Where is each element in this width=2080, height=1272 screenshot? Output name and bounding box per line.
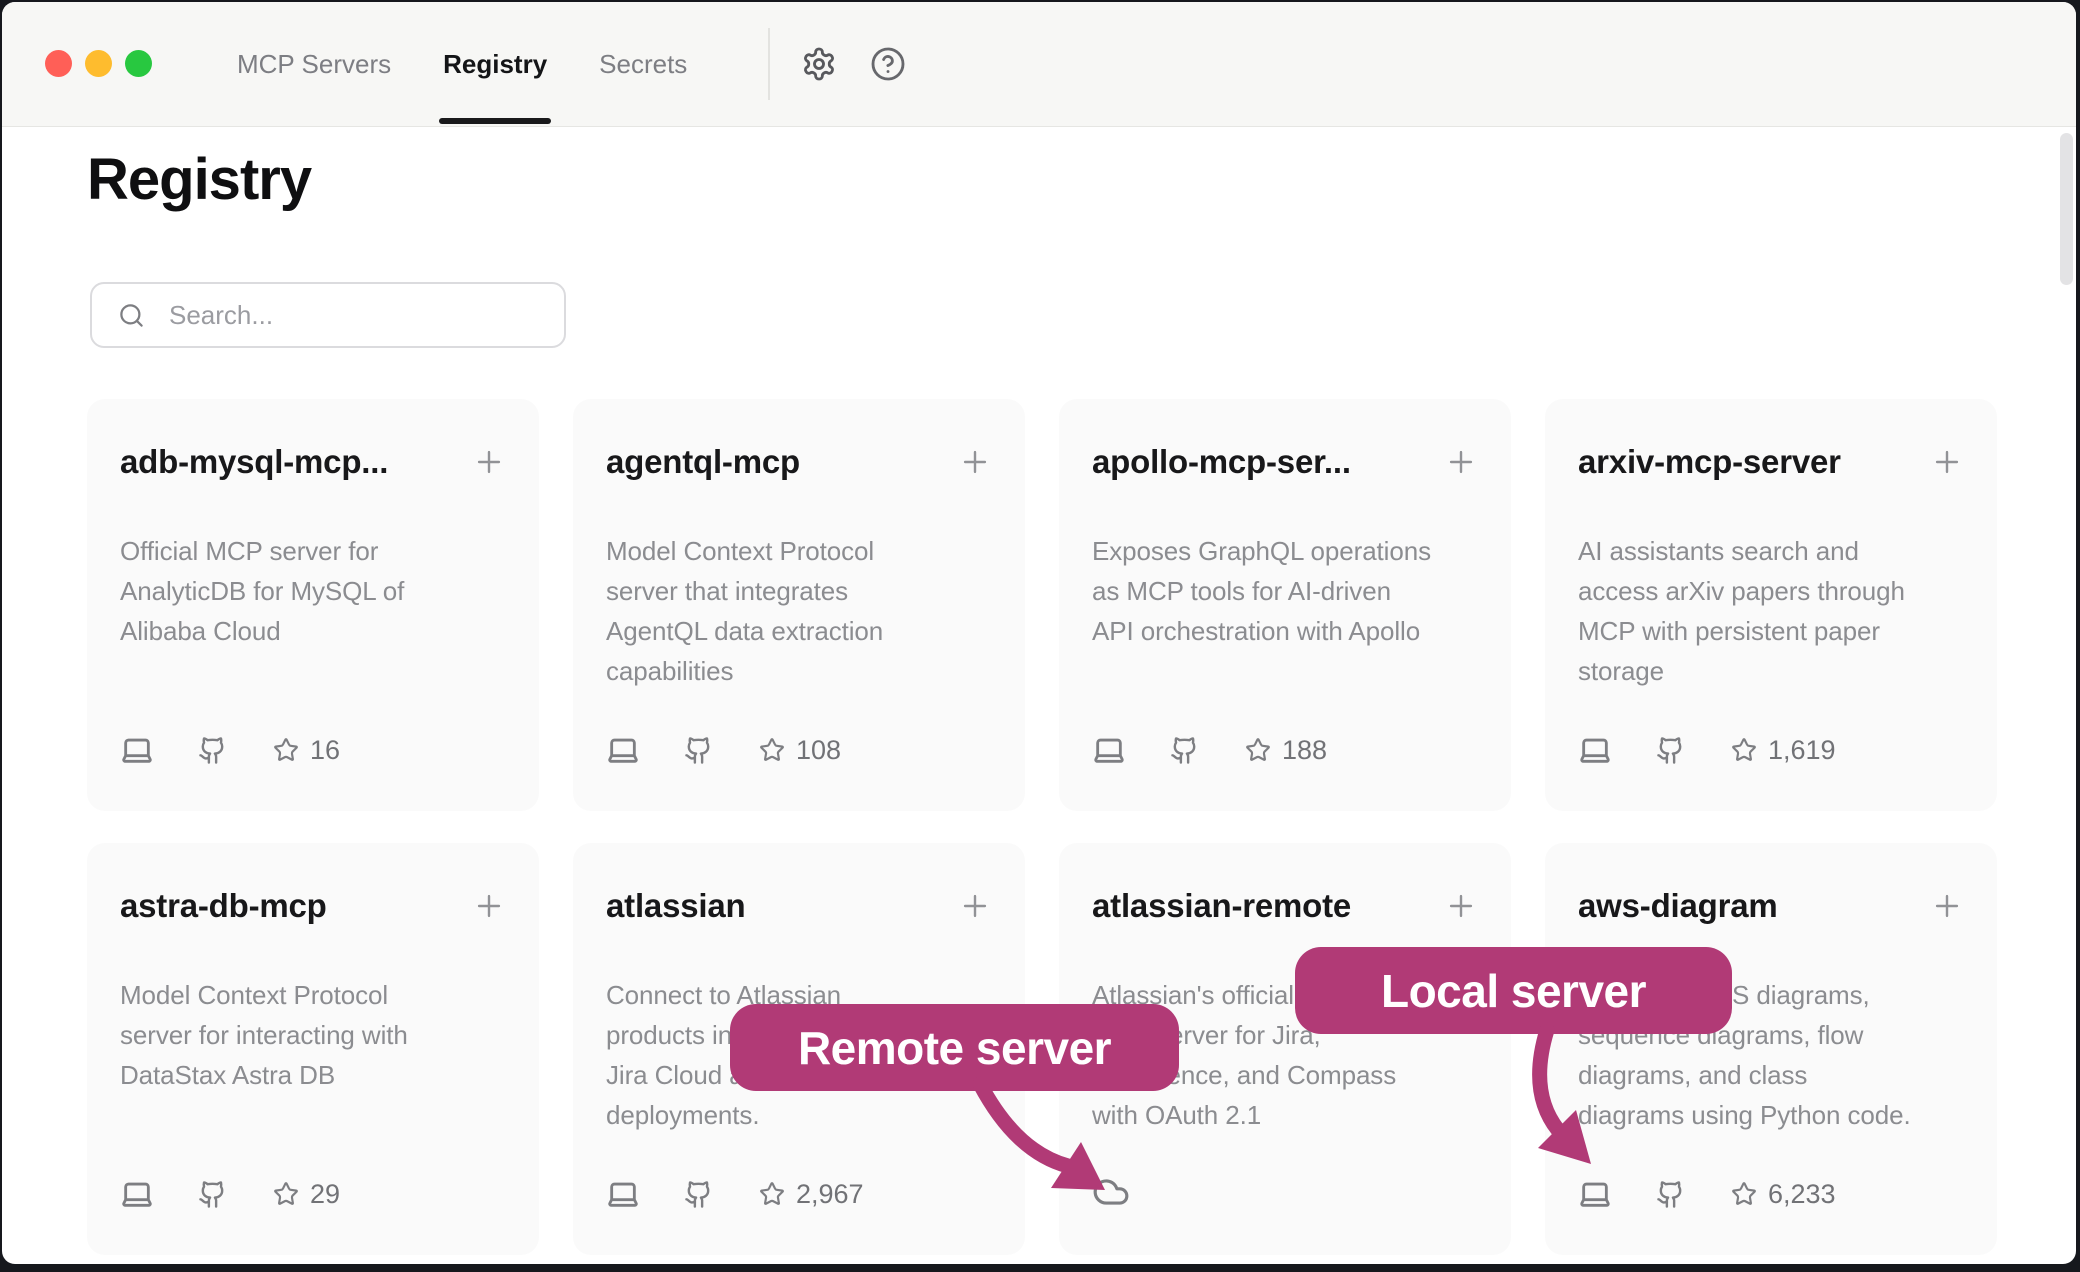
laptop-icon	[1092, 733, 1126, 767]
close-button[interactable]	[45, 50, 72, 77]
server-description: Model Context Protocolserver that integr…	[606, 531, 992, 691]
server-card[interactable]: aws-diagram Generate AWS diagrams,sequen…	[1545, 843, 1997, 1255]
server-card-header: adb-mysql-mcp...	[120, 443, 506, 481]
github-icon[interactable]	[198, 1180, 227, 1209]
laptop-icon	[606, 733, 640, 767]
laptop-icon	[1578, 733, 1612, 767]
search-input[interactable]	[167, 299, 564, 332]
server-name: adb-mysql-mcp...	[120, 443, 466, 481]
server-name: aws-diagram	[1578, 887, 1924, 925]
server-name: astra-db-mcp	[120, 887, 466, 925]
tab-mcp-servers[interactable]: MCP Servers	[235, 2, 393, 126]
server-card[interactable]: astra-db-mcp Model Context Protocolserve…	[87, 843, 539, 1255]
annotation-remote-label: Remote server	[798, 1021, 1111, 1075]
tab-registry[interactable]: Registry	[441, 2, 549, 126]
add-server-button[interactable]	[1930, 445, 1964, 479]
laptop-icon	[120, 733, 154, 767]
add-server-button[interactable]	[472, 445, 506, 479]
server-card[interactable]: arxiv-mcp-server AI assistants search an…	[1545, 399, 1997, 811]
server-card-footer: 29	[120, 1177, 340, 1211]
server-description: AI assistants search andaccess arXiv pap…	[1578, 531, 1964, 691]
server-card-footer: 2,967	[606, 1177, 864, 1211]
server-name: atlassian-remote	[1092, 887, 1438, 925]
server-card-header: aws-diagram	[1578, 887, 1964, 925]
add-server-button[interactable]	[1444, 889, 1478, 923]
star-count: 2,967	[796, 1179, 864, 1210]
minimize-button[interactable]	[85, 50, 112, 77]
annotation-local-label: Local server	[1381, 964, 1646, 1018]
search-box[interactable]	[90, 282, 566, 348]
star-count: 188	[1282, 735, 1327, 766]
laptop-icon	[1578, 1177, 1612, 1211]
help-icon[interactable]	[870, 46, 906, 82]
star-icon	[273, 1181, 299, 1207]
star-icon	[1731, 737, 1757, 763]
tab-secrets[interactable]: Secrets	[597, 2, 689, 126]
server-card-footer	[1092, 1173, 1130, 1211]
cloud-icon	[1092, 1173, 1130, 1211]
settings-gear-icon[interactable]	[801, 46, 837, 82]
tab-bar: MCP Servers Registry Secrets	[235, 2, 689, 126]
github-icon[interactable]	[1656, 1180, 1685, 1209]
add-server-button[interactable]	[958, 445, 992, 479]
server-card-footer: 6,233	[1578, 1177, 1836, 1211]
server-card-header: atlassian-remote	[1092, 887, 1478, 925]
star-count: 29	[310, 1179, 340, 1210]
server-card-header: astra-db-mcp	[120, 887, 506, 925]
server-card-header: apollo-mcp-ser...	[1092, 443, 1478, 481]
registry-grid: adb-mysql-mcp... Official MCP server for…	[87, 399, 1997, 1255]
window-controls	[45, 50, 152, 77]
star-icon	[759, 1181, 785, 1207]
add-server-button[interactable]	[958, 889, 992, 923]
annotation-local-server: Local server	[1295, 947, 1732, 1034]
server-card-footer: 108	[606, 733, 841, 767]
add-server-button[interactable]	[472, 889, 506, 923]
star-count: 1,619	[1768, 735, 1836, 766]
app-window: MCP Servers Registry Secrets Registry	[2, 2, 2076, 1264]
star-icon	[1245, 737, 1271, 763]
github-icon[interactable]	[198, 736, 227, 765]
server-card-footer: 16	[120, 733, 340, 767]
server-card-header: atlassian	[606, 887, 992, 925]
server-card-footer: 1,619	[1578, 733, 1836, 767]
toolbar-divider	[768, 28, 770, 100]
server-card[interactable]: adb-mysql-mcp... Official MCP server for…	[87, 399, 539, 811]
add-server-button[interactable]	[1444, 445, 1478, 479]
titlebar: MCP Servers Registry Secrets	[2, 2, 2076, 127]
server-description: Official MCP server forAnalyticDB for My…	[120, 531, 506, 651]
star-count: 16	[310, 735, 340, 766]
star-icon	[1731, 1181, 1757, 1207]
star-count: 108	[796, 735, 841, 766]
laptop-icon	[606, 1177, 640, 1211]
star-icon	[273, 737, 299, 763]
page-title: Registry	[87, 148, 311, 212]
github-icon[interactable]	[684, 736, 713, 765]
server-description: Model Context Protocolserver for interac…	[120, 975, 506, 1095]
github-icon[interactable]	[684, 1180, 713, 1209]
server-card-footer: 188	[1092, 733, 1327, 767]
server-name: arxiv-mcp-server	[1578, 443, 1924, 481]
server-name: agentql-mcp	[606, 443, 952, 481]
search-icon	[118, 302, 145, 329]
server-card-header: arxiv-mcp-server	[1578, 443, 1964, 481]
server-card[interactable]: apollo-mcp-ser... Exposes GraphQL operat…	[1059, 399, 1511, 811]
server-name: atlassian	[606, 887, 952, 925]
server-name: apollo-mcp-ser...	[1092, 443, 1438, 481]
github-icon[interactable]	[1656, 736, 1685, 765]
scrollbar-thumb[interactable]	[2060, 133, 2073, 285]
star-count: 6,233	[1768, 1179, 1836, 1210]
star-icon	[759, 737, 785, 763]
server-card[interactable]: agentql-mcp Model Context Protocolserver…	[573, 399, 1025, 811]
zoom-button[interactable]	[125, 50, 152, 77]
server-description: Exposes GraphQL operationsas MCP tools f…	[1092, 531, 1478, 651]
github-icon[interactable]	[1170, 736, 1199, 765]
laptop-icon	[120, 1177, 154, 1211]
annotation-remote-server: Remote server	[730, 1004, 1179, 1091]
server-card-header: agentql-mcp	[606, 443, 992, 481]
add-server-button[interactable]	[1930, 889, 1964, 923]
